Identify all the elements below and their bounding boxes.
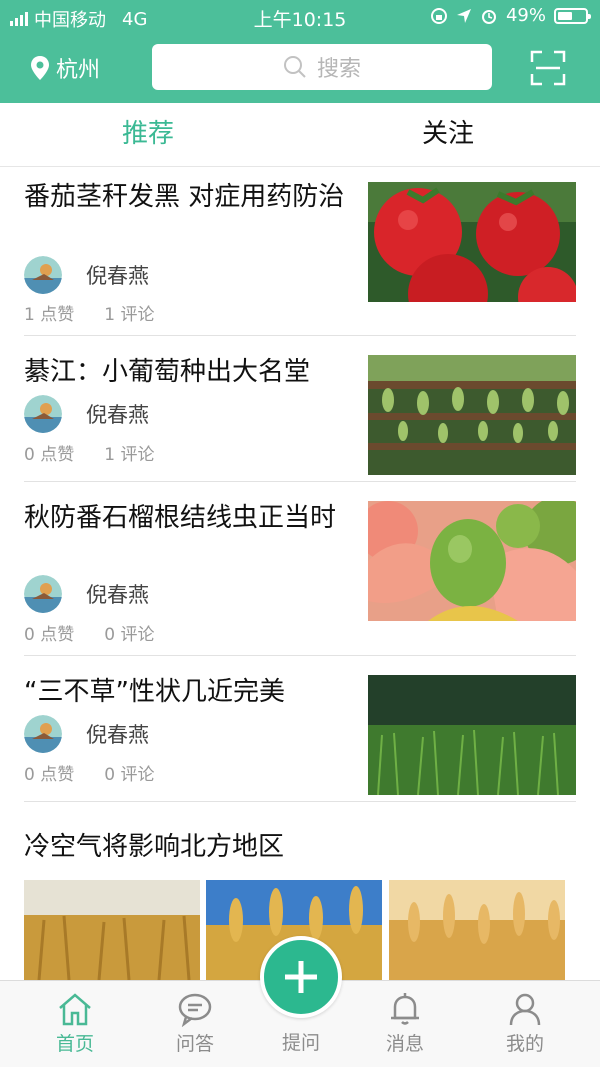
tab-messages-label: 消息 — [385, 1033, 424, 1055]
app-header: 中国移动 4G 上午10:15 49% 杭州 搜索 — [0, 0, 600, 103]
grass-image — [368, 675, 576, 795]
scan-icon[interactable] — [530, 50, 566, 86]
comments-count: 0 评论 — [104, 765, 155, 785]
tab-qa[interactable]: 问答 — [155, 991, 235, 1056]
article-title: 綦江：小葡萄种出大名堂 — [24, 357, 311, 387]
author-row: 倪春燕 — [24, 575, 149, 613]
feed-item[interactable]: “三不草”性状几近完美 倪春燕 0 点赞 0 评论 — [24, 657, 576, 802]
article-title: “三不草”性状几近完美 — [24, 677, 285, 707]
status-bar: 中国移动 4G 上午10:15 49% — [0, 0, 600, 34]
author-row: 倪春燕 — [24, 256, 149, 294]
stats-row: 0 点赞 0 评论 — [24, 620, 154, 645]
author-name: 倪春燕 — [86, 403, 149, 427]
search-icon — [283, 56, 306, 78]
author-name: 倪春燕 — [86, 723, 149, 747]
person-icon — [509, 993, 541, 1026]
likes-count: 0 点赞 — [24, 765, 75, 785]
author-row: 倪春燕 — [24, 395, 149, 433]
tomatoes-image — [368, 182, 576, 302]
ask-label: 提问 — [281, 1032, 320, 1054]
comments-count: 1 评论 — [104, 305, 155, 325]
article-title: 秋防番石榴根结线虫正当时 — [24, 503, 337, 533]
rotation-lock-icon — [430, 7, 447, 24]
author-name: 倪春燕 — [86, 264, 149, 288]
city-label: 杭州 — [56, 58, 101, 83]
comments-count: 0 评论 — [104, 625, 155, 645]
avatar — [24, 395, 62, 433]
wheat-image[interactable] — [389, 880, 565, 980]
stats-row: 1 点赞 1 评论 — [24, 300, 154, 325]
tab-following[interactable]: 关注 — [422, 113, 474, 150]
plus-icon — [285, 961, 317, 993]
battery-icon — [554, 7, 591, 24]
tab-qa-label: 问答 — [175, 1033, 214, 1055]
bell-icon — [391, 993, 419, 1025]
avatar — [24, 715, 62, 753]
location-arrow-icon — [456, 8, 471, 23]
ask-question-button[interactable] — [260, 936, 342, 1018]
feed-tabs: 推荐 关注 — [0, 103, 600, 167]
feed-item[interactable]: 綦江：小葡萄种出大名堂 倪春燕 0 点赞 1 评论 — [24, 337, 576, 482]
alarm-icon — [481, 9, 496, 24]
tab-messages[interactable]: 消息 — [365, 991, 445, 1056]
avatar — [24, 575, 62, 613]
tab-mine-label: 我的 — [505, 1033, 544, 1055]
likes-count: 1 点赞 — [24, 305, 75, 325]
author-name: 倪春燕 — [86, 583, 149, 607]
tab-home[interactable]: 首页 — [35, 991, 115, 1056]
article-title: 番茄茎秆发黑 对症用药防治 — [24, 182, 345, 212]
feed-item[interactable]: 番茄茎秆发黑 对症用药防治 倪春燕 1 点赞 1 评论 — [24, 180, 576, 336]
author-row: 倪春燕 — [24, 715, 149, 753]
tab-home-label: 首页 — [55, 1033, 94, 1055]
tab-recommend[interactable]: 推荐 — [122, 113, 174, 150]
article-title[interactable]: 冷空气将影响北方地区 — [24, 826, 284, 863]
wheat-image[interactable] — [24, 880, 200, 980]
stats-row: 0 点赞 0 评论 — [24, 760, 154, 785]
search-placeholder: 搜索 — [316, 57, 361, 82]
location-selector[interactable]: 杭州 — [30, 52, 100, 84]
feed-item[interactable]: 秋防番石榴根结线虫正当时 倪春燕 0 点赞 0 评论 — [24, 483, 576, 656]
likes-count: 0 点赞 — [24, 625, 75, 645]
battery-percent: 49% — [505, 5, 546, 26]
chat-bubble-icon — [178, 993, 212, 1027]
location-pin-icon — [31, 56, 49, 80]
tab-mine[interactable]: 我的 — [485, 991, 565, 1056]
avatar — [24, 256, 62, 294]
search-bar[interactable]: 搜索 — [152, 44, 492, 90]
home-icon — [59, 993, 91, 1026]
stats-row: 0 点赞 1 评论 — [24, 440, 154, 465]
grape-trellis-image — [368, 355, 576, 475]
guava-image — [368, 501, 576, 621]
comments-count: 1 评论 — [104, 445, 155, 465]
likes-count: 0 点赞 — [24, 445, 75, 465]
